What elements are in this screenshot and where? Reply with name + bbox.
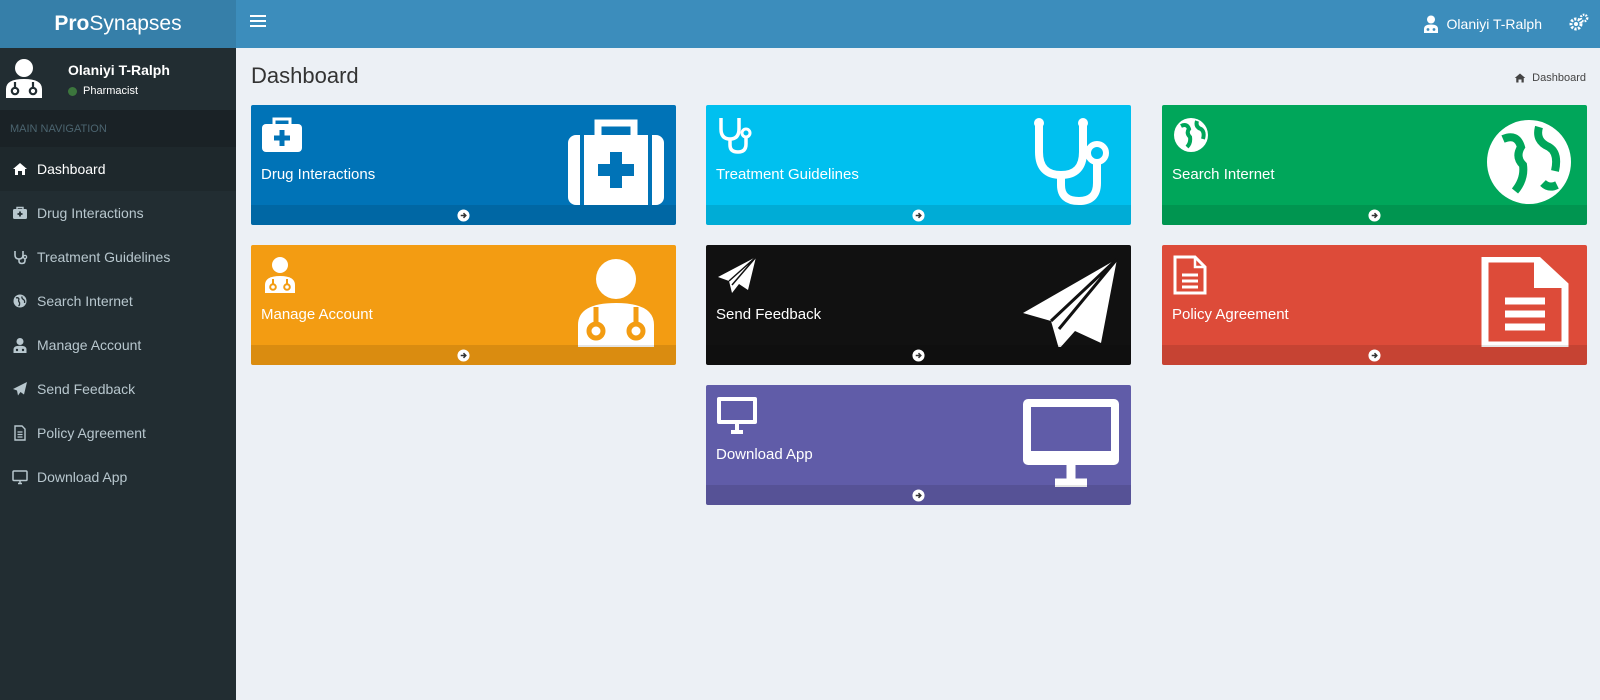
- paper-plane-icon: [13, 382, 27, 396]
- desktop-large-icon: [1023, 399, 1119, 487]
- user-role: Pharmacist: [83, 85, 139, 97]
- header-user-name: Olaniyi T-Ralph: [1446, 16, 1542, 32]
- user-md-large-icon: [578, 259, 654, 347]
- sidebar-item-dashboard[interactable]: Dashboard: [0, 147, 236, 191]
- sidebar-item-label: Manage Account: [37, 337, 142, 353]
- file-text-icon: [1173, 255, 1207, 295]
- page-title: Dashboard: [251, 63, 359, 88]
- sidebar-item-download-app[interactable]: Download App: [0, 455, 236, 499]
- globe-icon: [1174, 118, 1208, 152]
- arrow-circle-right-icon: [457, 348, 470, 362]
- arrow-circle-right-icon: [1368, 208, 1381, 222]
- medkit-icon: [13, 206, 27, 219]
- desktop-icon: [717, 397, 757, 434]
- tile-footer[interactable]: [1162, 205, 1587, 225]
- sidebar-item-label: Treatment Guidelines: [37, 249, 171, 265]
- file-text-large-icon: [1481, 257, 1569, 347]
- home-icon: [13, 163, 27, 175]
- tile-download-app[interactable]: Download App: [706, 385, 1131, 505]
- arrow-circle-right-icon: [457, 208, 470, 222]
- sidebar-item-search-internet[interactable]: Search Internet: [0, 279, 236, 323]
- status-dot-icon: [68, 86, 77, 96]
- tile-footer[interactable]: [1162, 345, 1587, 365]
- user-md-icon: [265, 257, 295, 293]
- sidebar-item-manage-account[interactable]: Manage Account: [0, 323, 236, 367]
- top-navbar: Olaniyi T-Ralph: [236, 0, 1600, 48]
- tile-label: Policy Agreement: [1172, 306, 1289, 323]
- gears-icon[interactable]: [1568, 12, 1590, 34]
- sidebar-item-drug-interactions[interactable]: Drug Interactions: [0, 191, 236, 235]
- tile-search-internet[interactable]: Search Internet: [1162, 105, 1587, 225]
- sidebar-item-label: Policy Agreement: [37, 425, 146, 441]
- sidebar-item-label: Drug Interactions: [37, 205, 144, 221]
- tile-footer[interactable]: [706, 205, 1131, 225]
- sidebar-item-treatment-guidelines[interactable]: Treatment Guidelines: [0, 235, 236, 279]
- sidebar: Olaniyi T-Ralph Pharmacist MAIN NAVIGATI…: [0, 48, 236, 700]
- user-menu[interactable]: Olaniyi T-Ralph: [1423, 0, 1542, 48]
- tile-label: Search Internet: [1172, 166, 1275, 183]
- user-md-icon: [1423, 15, 1438, 33]
- tile-send-feedback[interactable]: Send Feedback: [706, 245, 1131, 365]
- file-text-icon: [14, 425, 26, 441]
- sidebar-item-label: Dashboard: [37, 161, 106, 177]
- tile-drug-interactions[interactable]: Drug Interactions: [251, 105, 676, 225]
- user-avatar: [6, 59, 42, 98]
- desktop-icon: [12, 470, 28, 485]
- arrow-circle-right-icon: [912, 348, 925, 362]
- stethoscope-icon: [719, 118, 752, 154]
- logo-rest: Synapses: [89, 12, 182, 35]
- tile-treatment-guidelines[interactable]: Treatment Guidelines: [706, 105, 1131, 225]
- breadcrumb-item: Dashboard: [1532, 72, 1586, 84]
- home-icon: [1514, 73, 1526, 83]
- tile-label: Download App: [716, 446, 813, 463]
- globe-icon: [13, 294, 27, 308]
- sidebar-item-policy-agreement[interactable]: Policy Agreement: [0, 411, 236, 455]
- nav-section-header: MAIN NAVIGATION: [0, 110, 236, 147]
- medkit-icon: [262, 117, 302, 152]
- sidebar-user-name: Olaniyi T-Ralph: [68, 62, 170, 78]
- app-logo[interactable]: Pro Synapses: [0, 0, 236, 48]
- arrow-circle-right-icon: [912, 488, 925, 502]
- tile-footer[interactable]: [251, 345, 676, 365]
- paper-plane-large-icon: [1023, 257, 1119, 347]
- sidebar-toggle-icon[interactable]: [250, 15, 266, 31]
- tile-footer[interactable]: [706, 485, 1131, 505]
- breadcrumb[interactable]: Dashboard: [1514, 72, 1586, 84]
- tile-label: Treatment Guidelines: [716, 166, 859, 183]
- sidebar-item-label: Send Feedback: [37, 381, 136, 397]
- stethoscope-large-icon: [1034, 118, 1109, 206]
- arrow-circle-right-icon: [912, 208, 925, 222]
- globe-large-icon: [1487, 120, 1571, 204]
- online-status: Pharmacist: [68, 85, 138, 97]
- paper-plane-icon: [718, 256, 757, 293]
- user-md-icon: [13, 338, 27, 353]
- arrow-circle-right-icon: [1368, 348, 1381, 362]
- tile-footer[interactable]: [706, 345, 1131, 365]
- tile-policy-agreement[interactable]: Policy Agreement: [1162, 245, 1587, 365]
- user-panel: Olaniyi T-Ralph Pharmacist: [0, 48, 236, 110]
- tile-label: Send Feedback: [716, 306, 822, 323]
- sidebar-item-label: Search Internet: [37, 293, 133, 309]
- tile-footer[interactable]: [251, 205, 676, 225]
- medkit-large-icon: [568, 119, 664, 205]
- sidebar-item-send-feedback[interactable]: Send Feedback: [0, 367, 236, 411]
- tile-label: Manage Account: [261, 306, 373, 323]
- tile-label: Drug Interactions: [261, 166, 376, 183]
- logo-bold: Pro: [54, 12, 90, 35]
- tile-manage-account[interactable]: Manage Account: [251, 245, 676, 365]
- sidebar-item-label: Download App: [37, 469, 128, 485]
- stethoscope-icon: [14, 251, 28, 265]
